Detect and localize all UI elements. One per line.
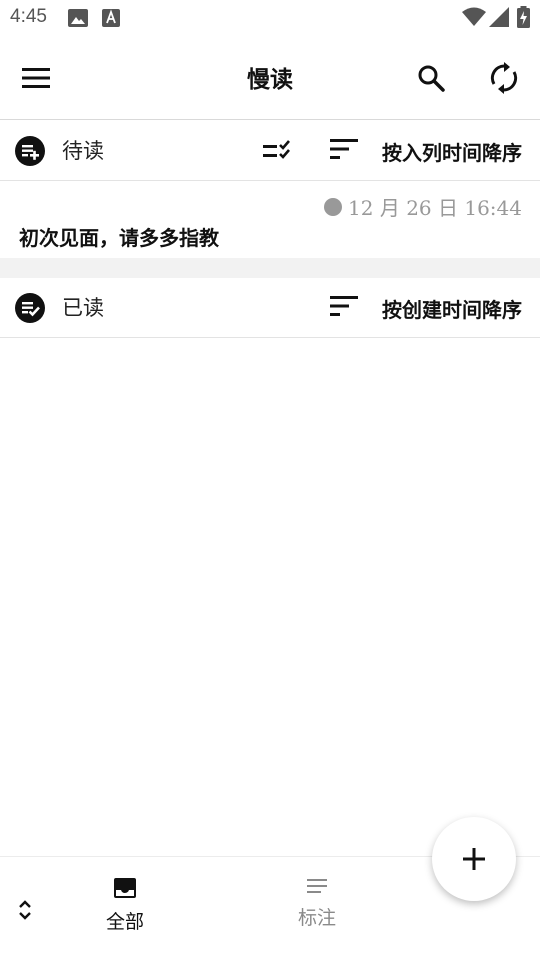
menu-icon bbox=[22, 68, 50, 88]
article-title: 初次见面，请多多指教 bbox=[19, 226, 219, 250]
checklist-icon bbox=[263, 140, 290, 159]
tab-notes-label: 标注 bbox=[297, 907, 336, 929]
status-time: 4:45 bbox=[10, 6, 47, 27]
read-section-label: 已读 bbox=[62, 296, 104, 320]
signal-icon bbox=[489, 7, 509, 31]
add-article-button[interactable] bbox=[432, 817, 516, 901]
read-sort-button[interactable]: 按创建时间降序 bbox=[382, 294, 522, 323]
expand-button[interactable] bbox=[10, 895, 40, 925]
unread-section-label: 待读 bbox=[62, 139, 104, 163]
sync-button[interactable] bbox=[484, 58, 524, 98]
status-dot-icon bbox=[324, 197, 343, 216]
image-icon bbox=[68, 9, 88, 31]
page-title: 慢读 bbox=[247, 66, 293, 93]
font-icon bbox=[102, 9, 120, 31]
search-button[interactable] bbox=[411, 58, 451, 98]
notes-icon bbox=[307, 879, 327, 893]
wifi-icon bbox=[462, 7, 486, 31]
read-section-header: 已读 按创建时间降序 bbox=[0, 278, 540, 338]
sort-icon[interactable] bbox=[330, 138, 358, 164]
article-meta: 12 月 26 日 16:44 bbox=[324, 192, 522, 221]
list-item[interactable]: 12 月 26 日 16:44 初次见面，请多多指教 bbox=[0, 182, 540, 258]
unread-sort-button[interactable]: 按入列时间降序 bbox=[382, 137, 522, 166]
sync-icon bbox=[490, 62, 518, 94]
section-divider bbox=[0, 258, 540, 278]
status-bar: 4:45 bbox=[0, 0, 540, 36]
tab-all[interactable]: 全部 bbox=[80, 877, 170, 941]
playlist-add-icon bbox=[14, 135, 46, 167]
unread-section-header: 待读 按入列时间降序 bbox=[0, 121, 540, 181]
tab-all-label: 全部 bbox=[105, 911, 144, 933]
inbox-icon bbox=[114, 878, 136, 898]
sort-icon[interactable] bbox=[330, 295, 358, 321]
plus-icon bbox=[463, 848, 485, 870]
playlist-check-icon bbox=[14, 292, 46, 324]
batch-select-button[interactable] bbox=[259, 131, 299, 171]
menu-button[interactable] bbox=[16, 58, 56, 98]
unfold-icon bbox=[19, 900, 31, 920]
battery-charging-icon bbox=[517, 6, 530, 32]
search-icon bbox=[418, 65, 445, 92]
article-date: 12 月 26 日 16:44 bbox=[348, 196, 522, 220]
tab-notes[interactable]: 标注 bbox=[272, 877, 362, 941]
app-bar: 慢读 bbox=[0, 36, 540, 120]
